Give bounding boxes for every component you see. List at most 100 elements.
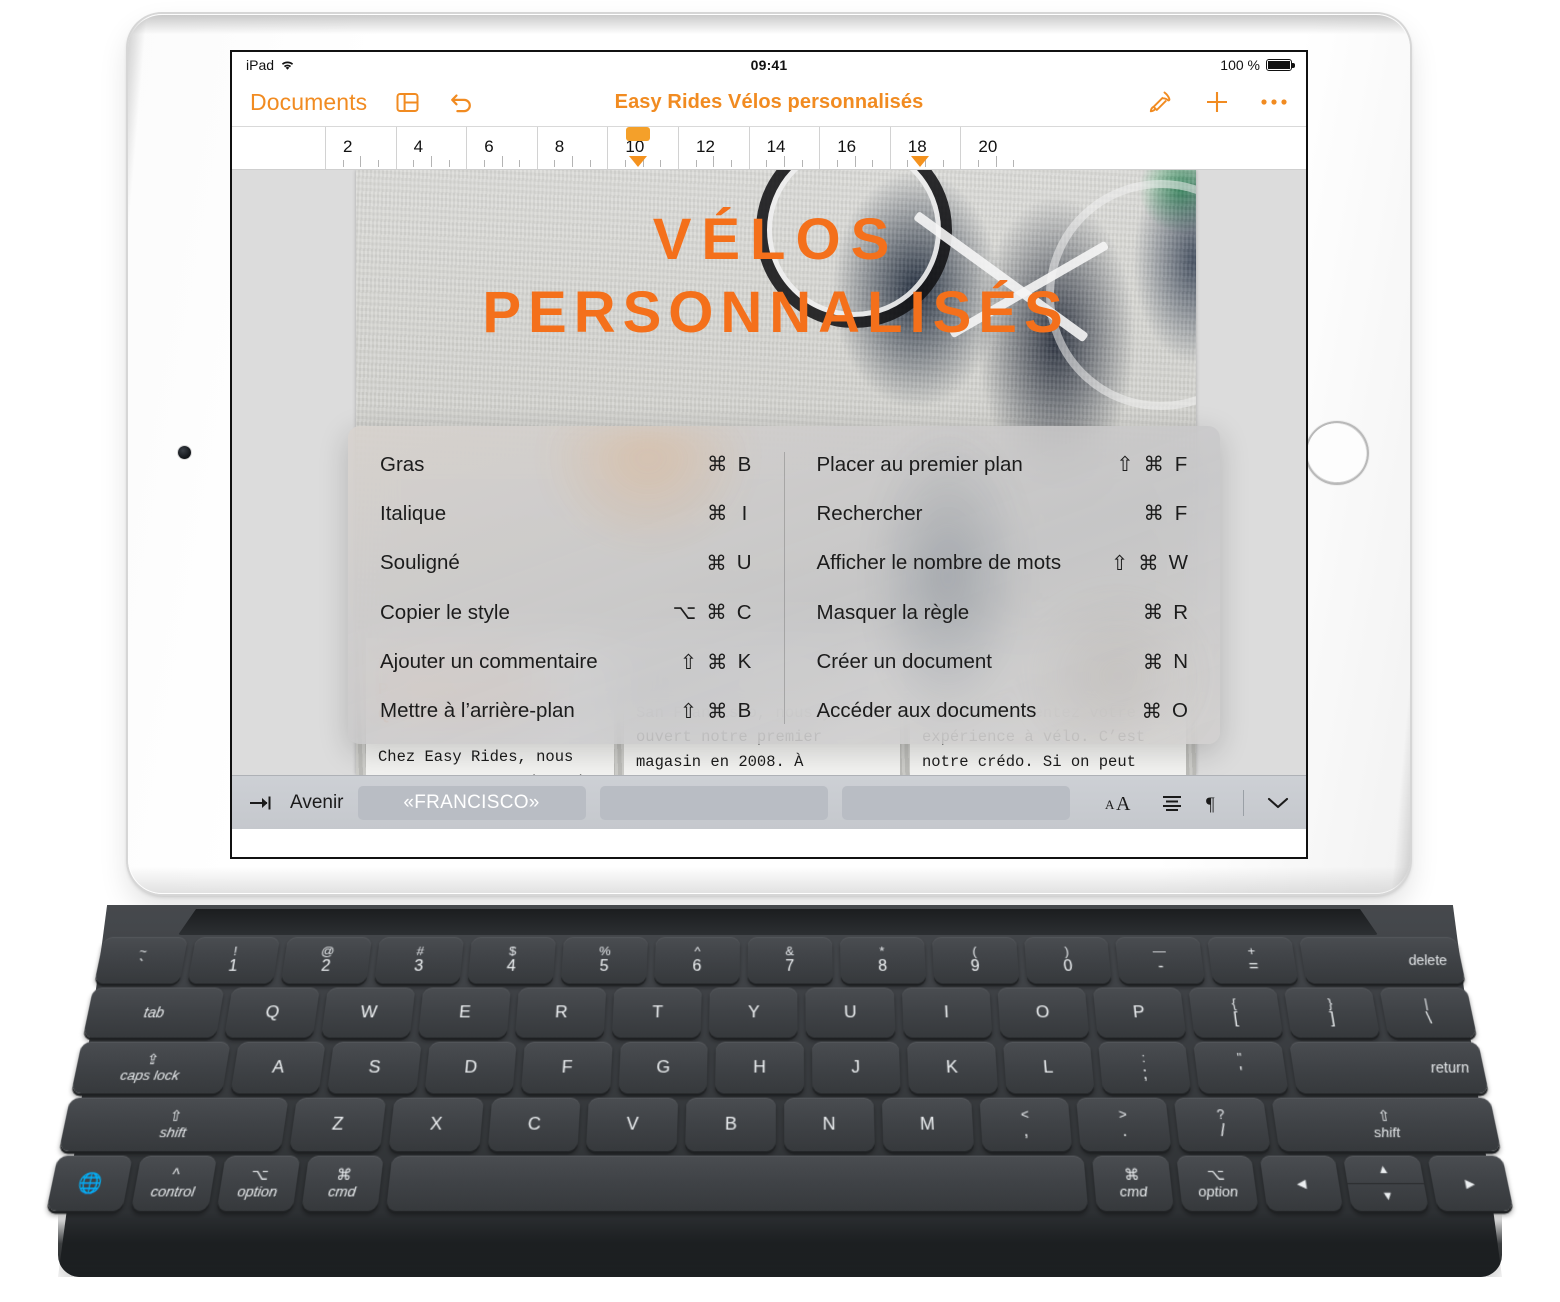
key-l[interactable]: L	[1003, 1042, 1095, 1094]
key-e[interactable]: E	[418, 988, 511, 1038]
key-equals[interactable]: + =	[1207, 937, 1298, 984]
key-t[interactable]: T	[612, 988, 702, 1038]
key-s[interactable]: S	[327, 1042, 421, 1094]
key-bracket-left[interactable]: {[	[1188, 988, 1283, 1038]
tab-stop-marker[interactable]	[629, 156, 647, 167]
tab-key-icon[interactable]	[248, 794, 274, 812]
key-8[interactable]: * 8	[840, 937, 926, 984]
key-base-legend: 0	[1063, 959, 1073, 975]
key-globe[interactable]: 🌐	[46, 1156, 133, 1211]
plus-icon[interactable]	[1204, 89, 1230, 115]
key-right-arrow[interactable]: ▶	[1427, 1156, 1514, 1211]
document-layout-icon[interactable]	[395, 90, 420, 115]
key-m[interactable]: M	[882, 1098, 974, 1152]
key-shift-left[interactable]: ⇧ shift	[59, 1098, 289, 1152]
key-n[interactable]: N	[784, 1098, 875, 1152]
undo-arrow-icon[interactable]	[448, 90, 475, 115]
key-x[interactable]: X	[388, 1098, 483, 1152]
align-icon[interactable]	[1161, 794, 1183, 812]
documents-back-button[interactable]: Documents	[250, 89, 367, 116]
key-left-arrow[interactable]: ◀	[1260, 1156, 1344, 1211]
key-return[interactable]: return	[1289, 1042, 1489, 1094]
key-v[interactable]: V	[586, 1098, 678, 1152]
key-y[interactable]: Y	[709, 988, 798, 1038]
key-quote[interactable]: " '	[1194, 1042, 1289, 1094]
ellipsis-icon[interactable]	[1260, 97, 1288, 107]
svg-text:A: A	[1116, 793, 1131, 814]
key-5[interactable]: % 5	[561, 937, 648, 984]
text-size-icon[interactable]: A A	[1105, 792, 1139, 814]
suggestion-chip[interactable]	[842, 786, 1070, 820]
key-o[interactable]: O	[997, 988, 1089, 1038]
ruler-number: 2	[343, 137, 352, 157]
key-tab[interactable]: tab	[83, 988, 225, 1038]
ruler-tick	[554, 160, 555, 167]
font-name-label[interactable]: Avenir	[290, 792, 344, 814]
keyboard-hinge	[178, 909, 1378, 935]
key-9[interactable]: (9	[932, 937, 1019, 984]
key-2[interactable]: @2	[281, 937, 372, 984]
key-d[interactable]: D	[424, 1042, 517, 1094]
key-minus[interactable]: — -	[1115, 937, 1205, 984]
key-q[interactable]: Q	[224, 988, 320, 1038]
key-legend: F	[561, 1057, 573, 1078]
shortcut-row: Souligné ⌘ U	[380, 551, 752, 576]
key-k[interactable]: K	[907, 1042, 998, 1094]
pilcrow-icon[interactable]: ¶	[1205, 793, 1221, 813]
key-i[interactable]: I	[901, 988, 992, 1038]
key-4[interactable]: $4	[467, 937, 555, 984]
key-space[interactable]	[386, 1156, 1088, 1211]
key-6[interactable]: ^ 6	[654, 937, 740, 984]
key-p[interactable]: P	[1093, 988, 1187, 1038]
key-0[interactable]: ) 0	[1024, 937, 1113, 984]
shortcut-keys: ⌘ B	[707, 452, 752, 477]
key-slash[interactable]: ? /	[1174, 1098, 1271, 1152]
up-arrow-icon[interactable]: ▲	[1344, 1158, 1424, 1184]
ruler-tick	[872, 160, 873, 167]
hero-title[interactable]: VÉLOS PERSONNALISÉS	[356, 204, 1196, 349]
key-bracket-right[interactable]: }]	[1284, 988, 1381, 1038]
key-7[interactable]: & 7	[747, 937, 832, 984]
ruler[interactable]: 2 4 6 8 10 12 14 16 18 20	[232, 127, 1306, 170]
key-j[interactable]: J	[812, 1042, 901, 1094]
key-w[interactable]: W	[321, 988, 415, 1038]
key-f[interactable]: F	[521, 1042, 612, 1094]
key-caps-lock[interactable]: ⇪ caps lock	[71, 1042, 230, 1094]
key-up-down-arrow[interactable]: ▲ ▼	[1343, 1156, 1428, 1211]
first-line-indent-marker[interactable]	[626, 127, 650, 141]
key-z[interactable]: Z	[289, 1098, 386, 1152]
tab-stop-marker[interactable]	[911, 156, 929, 167]
key-period[interactable]: >.	[1077, 1098, 1172, 1152]
key-delete[interactable]: delete	[1299, 937, 1466, 984]
suggestion-chip[interactable]: «FRANCISCO»	[358, 786, 586, 820]
key-shift-right[interactable]: ⇧ shift	[1272, 1098, 1502, 1152]
key-cmd-right[interactable]: ⌘ cmd	[1092, 1156, 1173, 1211]
suggestion-chip[interactable]	[600, 786, 828, 820]
key-3[interactable]: #3	[374, 937, 464, 984]
key-option-right[interactable]: ⌥ option	[1176, 1156, 1259, 1211]
key-b[interactable]: B	[685, 1098, 776, 1152]
home-button[interactable]	[1305, 421, 1369, 485]
chevron-down-icon[interactable]	[1266, 795, 1290, 811]
shortcut-row: Créer un document ⌘ N	[817, 650, 1189, 675]
key-h[interactable]: H	[715, 1042, 804, 1094]
key-c[interactable]: C	[487, 1098, 581, 1152]
key-a[interactable]: A	[230, 1042, 326, 1094]
key-u[interactable]: U	[806, 988, 895, 1038]
key-control[interactable]: ^ control	[131, 1156, 216, 1211]
key-semicolon[interactable]: :;	[1098, 1042, 1192, 1094]
key-backtick[interactable]: ~ `	[94, 937, 188, 984]
app-toolbar: Documents Easy Rides Vélos personnalisés	[232, 78, 1306, 127]
key-option-left[interactable]: ⌥ option	[216, 1156, 300, 1211]
key-g[interactable]: G	[618, 1042, 708, 1094]
key-cmd-left[interactable]: ⌘ cmd	[301, 1156, 384, 1211]
key-comma[interactable]: <,	[979, 1098, 1073, 1152]
key-backslash[interactable]: | \	[1379, 988, 1477, 1038]
paintbrush-icon[interactable]	[1146, 89, 1174, 115]
document-canvas[interactable]: VÉLOS PERSONNALISÉS DE BEAUX VÉLOS. PERS…	[232, 170, 1306, 775]
down-arrow-icon[interactable]: ▼	[1348, 1184, 1428, 1209]
key-r[interactable]: R	[515, 988, 606, 1038]
key-1[interactable]: ! 1	[187, 937, 279, 984]
ruler-tick	[855, 156, 856, 167]
key-base-legend: -	[1157, 959, 1164, 975]
